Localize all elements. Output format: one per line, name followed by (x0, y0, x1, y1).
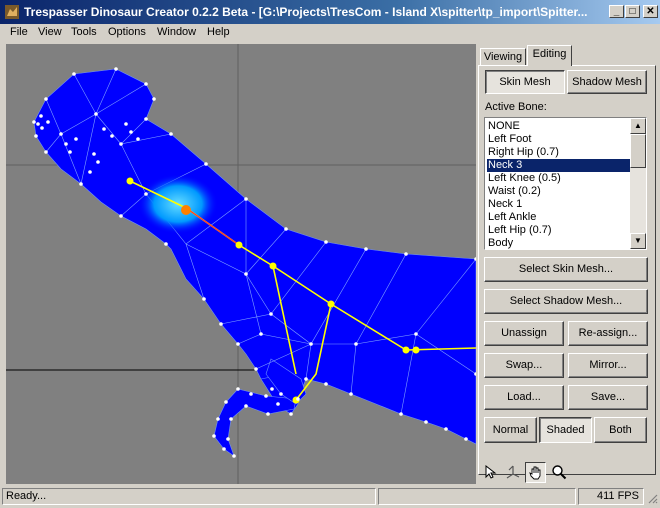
axis-icon[interactable] (502, 462, 523, 483)
list-item[interactable]: Left Foot (487, 133, 630, 146)
dinosaur-mesh-render (6, 44, 476, 484)
active-bone-list[interactable]: NONE Left Foot Right Hip (0.7) Neck 3 Le… (484, 117, 647, 250)
viewport-3d[interactable] (6, 44, 476, 484)
menu-window[interactable]: Window (157, 26, 196, 38)
scroll-up-icon[interactable]: ▲ (630, 118, 646, 134)
list-item[interactable]: NONE (487, 120, 630, 133)
list-item-selected[interactable]: Neck 3 (487, 159, 630, 172)
mirror-button[interactable]: Mirror... (568, 353, 648, 378)
status-message: Ready... (2, 488, 376, 505)
tab-viewing[interactable]: Viewing (480, 48, 526, 66)
skin-mesh-button[interactable]: Skin Mesh (485, 70, 565, 94)
scroll-down-icon[interactable]: ▼ (630, 233, 646, 249)
list-item[interactable]: Left Ankle (487, 211, 630, 224)
menu-options[interactable]: Options (108, 26, 146, 38)
status-bar: Ready... 411 FPS (0, 486, 660, 508)
maximize-button[interactable]: □ (625, 5, 640, 18)
minimize-button[interactable]: _ (609, 5, 624, 18)
render-both-button[interactable]: Both (594, 417, 647, 443)
magnifier-icon[interactable] (548, 462, 569, 483)
menu-bar: File View Tools Options Window Help (0, 24, 660, 42)
list-item[interactable]: Body (487, 237, 630, 249)
pointer-icon[interactable] (479, 462, 500, 483)
active-bone-label: Active Bone: (485, 101, 547, 113)
load-button[interactable]: Load... (484, 385, 564, 410)
app-icon (5, 5, 19, 19)
menu-view[interactable]: View (38, 26, 62, 38)
render-normal-button[interactable]: Normal (484, 417, 537, 443)
unassign-button[interactable]: Unassign (484, 321, 564, 346)
mesh-body (33, 68, 476, 457)
reassign-button[interactable]: Re-assign... (568, 321, 648, 346)
list-item[interactable]: Left Knee (0.5) (487, 172, 630, 185)
save-button[interactable]: Save... (568, 385, 648, 410)
render-shaded-button[interactable]: Shaded (539, 417, 592, 443)
hand-icon[interactable] (525, 462, 546, 483)
scroll-thumb[interactable] (630, 134, 646, 168)
select-skin-mesh-button[interactable]: Select Skin Mesh... (484, 257, 648, 282)
close-button[interactable]: ✕ (643, 5, 658, 18)
list-item[interactable]: Left Hip (0.7) (487, 224, 630, 237)
menu-file[interactable]: File (10, 26, 28, 38)
swap-button[interactable]: Swap... (484, 353, 564, 378)
fps-counter: 411 FPS (578, 488, 644, 505)
window-title: Trespasser Dinosaur Creator 0.2.2 Beta -… (24, 5, 588, 19)
list-item[interactable]: Waist (0.2) (487, 185, 630, 198)
resize-grip-icon[interactable] (646, 492, 658, 504)
active-joint (181, 205, 191, 215)
list-item[interactable]: Neck 1 (487, 198, 630, 211)
status-cell-empty (378, 488, 576, 505)
list-item[interactable]: Right Hip (0.7) (487, 146, 630, 159)
editor-panel: Viewing Editing Skin Mesh Shadow Mesh Ac… (477, 44, 660, 484)
menu-help[interactable]: Help (207, 26, 230, 38)
tab-editing[interactable]: Editing (527, 45, 572, 66)
list-scrollbar[interactable]: ▲ ▼ (630, 118, 646, 249)
title-bar: Trespasser Dinosaur Creator 0.2.2 Beta -… (0, 0, 660, 24)
shadow-mesh-button[interactable]: Shadow Mesh (567, 70, 647, 94)
menu-tools[interactable]: Tools (71, 26, 97, 38)
select-shadow-mesh-button[interactable]: Select Shadow Mesh... (484, 289, 648, 314)
